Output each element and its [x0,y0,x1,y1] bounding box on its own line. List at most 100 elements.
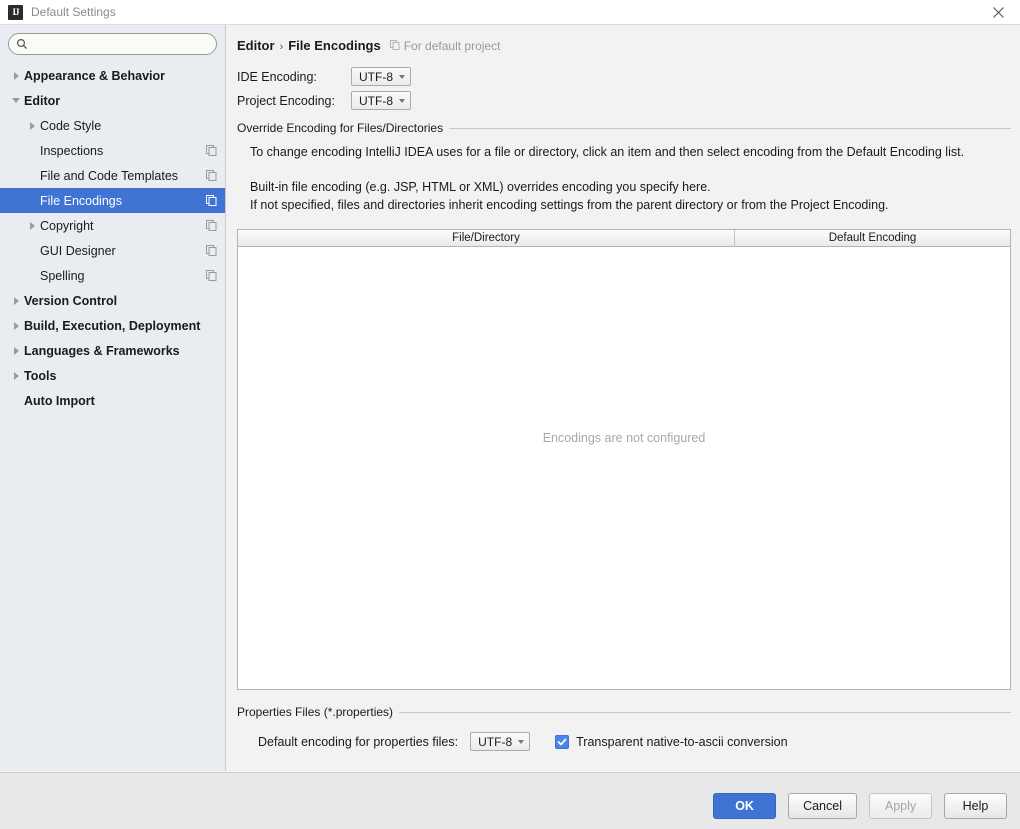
sidebar-item-label: Copyright [40,219,94,233]
override-encoding-group-label: Override Encoding for Files/Directories [237,121,449,135]
sidebar-item-file-and-code-templates[interactable]: File and Code Templates [0,163,225,188]
chevron-down-icon [399,75,405,79]
sidebar-item-tools[interactable]: Tools [0,363,225,388]
main-panel: Editor › File Encodings For default proj… [227,25,1020,771]
copy-icon [206,170,217,181]
chevron-right-icon[interactable] [8,297,24,305]
empty-state-text: Encodings are not configured [543,431,706,445]
copy-icon [206,270,217,281]
copy-icon [390,39,400,53]
chevron-right-icon[interactable] [8,322,24,330]
sidebar-item-languages-frameworks[interactable]: Languages & Frameworks [0,338,225,363]
chevron-down-icon[interactable] [8,98,24,103]
transparent-conversion-checkbox[interactable] [555,735,569,749]
sidebar-item-label: Editor [24,94,60,108]
sidebar-item-version-control[interactable]: Version Control [0,288,225,313]
override-description-line-3: If not specified, files and directories … [250,198,889,212]
breadcrumb: Editor › File Encodings For default proj… [237,38,500,53]
table-header-row: File/Directory Default Encoding [238,230,1010,247]
override-description-line-2: Built-in file encoding (e.g. JSP, HTML o… [250,180,711,194]
apply-button: Apply [869,793,932,819]
sidebar-item-gui-designer[interactable]: GUI Designer [0,238,225,263]
sidebar-item-spelling[interactable]: Spelling [0,263,225,288]
group-divider [399,712,1011,713]
properties-files-group-label: Properties Files (*.properties) [237,705,399,719]
chevron-down-icon [518,740,524,744]
close-icon[interactable] [976,0,1020,25]
dialog-buttons: OK Cancel Apply Help [713,793,1007,819]
sidebar-item-build-execution-deployment[interactable]: Build, Execution, Deployment [0,313,225,338]
project-encoding-label: Project Encoding: [237,94,351,108]
search-input[interactable] [28,35,216,53]
project-encoding-dropdown[interactable]: UTF-8 [351,91,411,110]
breadcrumb-parent[interactable]: Editor [237,38,275,53]
sidebar-item-appearance-behavior[interactable]: Appearance & Behavior [0,63,225,88]
title-bar: IJ Default Settings [0,0,1020,25]
project-encoding-row: Project Encoding: UTF-8 [237,91,411,110]
table-body[interactable]: Encodings are not configured [238,247,1010,689]
dialog-footer: OK Cancel Apply Help [0,772,1020,829]
sidebar-item-label: Appearance & Behavior [24,69,165,83]
sidebar-item-label: Code Style [40,119,101,133]
settings-sidebar: Appearance & Behavior Editor Code Style Ins… [0,25,226,771]
sidebar-item-label: Auto Import [24,394,95,408]
encodings-table: File/Directory Default Encoding Encoding… [237,229,1011,690]
sidebar-item-label: Spelling [40,269,84,283]
transparent-conversion-checkbox-container[interactable]: Transparent native-to-ascii conversion [555,735,787,749]
chevron-down-icon [399,99,405,103]
settings-dialog: IJ Default Settings Appearance & Behavio… [0,0,1020,829]
properties-encoding-dropdown[interactable]: UTF-8 [470,732,530,751]
ide-encoding-dropdown[interactable]: UTF-8 [351,67,411,86]
override-description-line-1: To change encoding IntelliJ IDEA uses fo… [250,145,964,159]
sidebar-item-label: GUI Designer [40,244,116,258]
project-encoding-value: UTF-8 [359,94,393,108]
window-title: Default Settings [31,5,116,19]
column-header-default-encoding[interactable]: Default Encoding [735,230,1010,247]
sidebar-item-label: File and Code Templates [40,169,178,183]
copy-icon [206,195,217,206]
sidebar-item-editor[interactable]: Editor [0,88,225,113]
sidebar-item-label: Tools [24,369,56,383]
ok-button[interactable]: OK [713,793,776,819]
chevron-right-icon[interactable] [24,222,40,230]
sidebar-item-code-style[interactable]: Code Style [0,113,225,138]
help-button[interactable]: Help [944,793,1007,819]
settings-tree: Appearance & Behavior Editor Code Style Ins… [0,59,225,413]
ide-encoding-value: UTF-8 [359,70,393,84]
default-project-note-label: For default project [404,39,501,53]
sidebar-item-auto-import[interactable]: Auto Import [0,388,225,413]
transparent-conversion-label: Transparent native-to-ascii conversion [576,735,787,749]
ide-encoding-label: IDE Encoding: [237,70,351,84]
sidebar-item-label: Inspections [40,144,103,158]
properties-encoding-value: UTF-8 [478,735,512,749]
sidebar-item-label: Version Control [24,294,117,308]
search-box[interactable] [8,33,217,55]
search-container [0,25,225,59]
breadcrumb-separator: › [280,41,284,53]
intellij-idea-icon: IJ [8,5,23,20]
chevron-right-icon[interactable] [8,347,24,355]
sidebar-item-label: Build, Execution, Deployment [24,319,200,333]
properties-files-group-header: Properties Files (*.properties) [237,705,1011,719]
default-project-note: For default project [390,39,501,53]
sidebar-item-copyright[interactable]: Copyright [0,213,225,238]
sidebar-item-file-encodings[interactable]: File Encodings [0,188,225,213]
properties-encoding-row: Default encoding for properties files: U… [258,732,788,751]
page-title: File Encodings [288,38,380,53]
chevron-right-icon[interactable] [24,122,40,130]
chevron-right-icon[interactable] [8,372,24,380]
sidebar-item-label: Languages & Frameworks [24,344,180,358]
search-icon [16,38,28,50]
properties-encoding-label: Default encoding for properties files: [258,735,458,749]
ide-encoding-row: IDE Encoding: UTF-8 [237,67,411,86]
copy-icon [206,245,217,256]
cancel-button[interactable]: Cancel [788,793,857,819]
column-header-file-directory[interactable]: File/Directory [238,230,735,247]
copy-icon [206,145,217,156]
group-divider [449,128,1011,129]
sidebar-item-inspections[interactable]: Inspections [0,138,225,163]
copy-icon [206,220,217,231]
chevron-right-icon[interactable] [8,72,24,80]
override-encoding-group-header: Override Encoding for Files/Directories [237,121,1011,135]
sidebar-item-label: File Encodings [40,194,122,208]
